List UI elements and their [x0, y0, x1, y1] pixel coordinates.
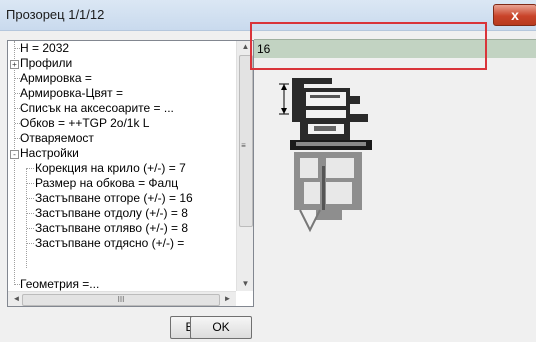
horizontal-scroll-thumb[interactable]: III	[22, 294, 220, 306]
tree-item-geometry[interactable]: Геометрия =...	[20, 277, 99, 291]
tree-connector	[27, 198, 34, 199]
tree-item-overlap-bottom[interactable]: Застъпване отдолу (+/-) = 8	[35, 206, 188, 220]
tree-item-opening[interactable]: Отваряемост	[20, 131, 94, 145]
tree-connector	[27, 243, 34, 244]
properties-tree[interactable]: H = 2032 + Профили Армировка = Армировка…	[7, 40, 254, 307]
tree-connector	[27, 228, 34, 229]
window-title: Прозорец 1/1/12	[6, 7, 105, 22]
tree-item-hardware-size[interactable]: Размер на обкова = Фалц	[35, 176, 178, 190]
tree-connector	[27, 213, 34, 214]
tree-item-profiles[interactable]: Профили	[20, 56, 72, 70]
tree-connector	[27, 168, 34, 169]
vertical-scrollbar[interactable]: ▲ ≡ ▼	[236, 41, 253, 291]
close-button[interactable]: x	[493, 4, 536, 26]
title-bar[interactable]: Прозорец 1/1/12 x	[0, 0, 536, 31]
tree-item-hardware[interactable]: Обков = ++TGP 2o/1k L	[20, 116, 149, 130]
scroll-up-icon[interactable]: ▲	[237, 42, 253, 51]
tree-connector	[27, 183, 34, 184]
tree-list: H = 2032 + Профили Армировка = Армировка…	[8, 41, 236, 291]
dialog-window: Прозорец 1/1/12 x H = 2032 + Профили Арм…	[0, 0, 536, 342]
tree-item-overlap-left[interactable]: Застъпване отляво (+/-) = 8	[35, 221, 188, 235]
tree-item-overlap-right[interactable]: Застъпване отдясно (+/-) =	[35, 236, 184, 250]
tree-item-accessories[interactable]: Списък на аксесоарите = ...	[20, 101, 174, 115]
collapse-icon[interactable]: -	[10, 150, 19, 159]
tree-item-overlap-top[interactable]: Застъпване отгоре (+/-) = 16	[35, 191, 193, 205]
value-input[interactable]: 16	[254, 39, 536, 58]
close-icon: x	[511, 7, 519, 23]
tree-item-reinforcement[interactable]: Армировка =	[20, 71, 92, 85]
ok-button[interactable]: OK	[190, 316, 252, 339]
horizontal-scrollbar[interactable]: ◄ III ►	[8, 291, 236, 306]
profile-section-drawing	[279, 78, 372, 233]
expand-icon[interactable]: +	[10, 60, 19, 69]
tree-item-reinforcement-color[interactable]: Армировка-Цвят =	[20, 86, 123, 100]
splitter-grip-icon: ≡	[241, 141, 246, 150]
scroll-down-icon[interactable]: ▼	[237, 279, 253, 288]
tree-item-settings[interactable]: Настройки	[20, 146, 79, 160]
scroll-right-icon[interactable]: ►	[219, 294, 236, 303]
tree-item-sash-correction[interactable]: Корекция на крило (+/-) = 7	[35, 161, 186, 175]
tree-item-height[interactable]: H = 2032	[20, 41, 69, 55]
